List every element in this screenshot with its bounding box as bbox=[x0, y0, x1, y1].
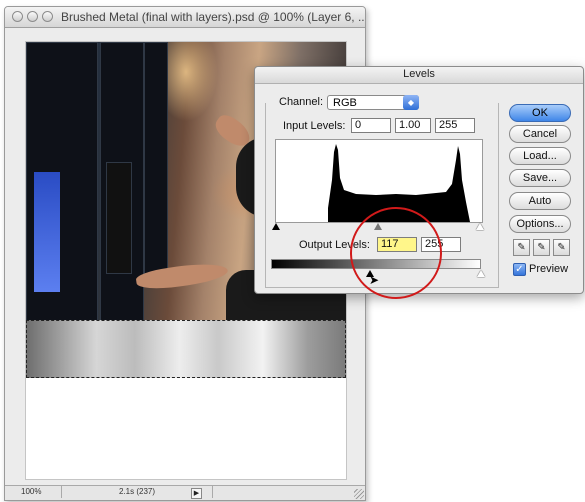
input-white-field[interactable]: 255 bbox=[435, 118, 475, 133]
input-black-slider[interactable] bbox=[272, 223, 280, 230]
input-black-field[interactable]: 0 bbox=[351, 118, 391, 133]
output-white-slider[interactable] bbox=[477, 270, 485, 277]
zoom-level[interactable]: 100% bbox=[21, 487, 41, 496]
status-menu-arrow-icon[interactable]: ▶ bbox=[191, 488, 202, 499]
preview-checkbox[interactable]: ✓ bbox=[513, 263, 526, 276]
input-white-slider[interactable] bbox=[476, 223, 484, 230]
cancel-button[interactable]: Cancel bbox=[509, 125, 571, 143]
selection-marquee bbox=[26, 320, 346, 378]
ok-button[interactable]: OK bbox=[509, 104, 571, 122]
document-titlebar: Brushed Metal (final with layers).psd @ … bbox=[5, 7, 365, 28]
black-eyedropper-icon[interactable]: ✎ bbox=[513, 239, 530, 256]
annotation-circle bbox=[350, 207, 442, 299]
save-button[interactable]: Save... bbox=[509, 169, 571, 187]
levels-title: Levels bbox=[403, 68, 435, 80]
close-window-button[interactable] bbox=[12, 11, 23, 22]
options-button[interactable]: Options... bbox=[509, 215, 571, 233]
minimize-window-button[interactable] bbox=[27, 11, 38, 22]
document-title: Brushed Metal (final with layers).psd @ … bbox=[61, 10, 366, 24]
input-levels-label: Input Levels: bbox=[283, 120, 346, 132]
auto-button[interactable]: Auto bbox=[509, 192, 571, 210]
gray-eyedropper-icon[interactable]: ✎ bbox=[533, 239, 550, 256]
resize-grip-icon[interactable] bbox=[354, 489, 364, 499]
load-button[interactable]: Load... bbox=[509, 147, 571, 165]
zoom-window-button[interactable] bbox=[42, 11, 53, 22]
preview-label: Preview bbox=[529, 263, 569, 275]
white-eyedropper-icon[interactable]: ✎ bbox=[553, 239, 570, 256]
levels-titlebar: Levels bbox=[255, 67, 583, 84]
input-gamma-field[interactable]: 1.00 bbox=[395, 118, 431, 133]
status-bar: 100% 2.1s (237) ▶ bbox=[5, 485, 365, 500]
